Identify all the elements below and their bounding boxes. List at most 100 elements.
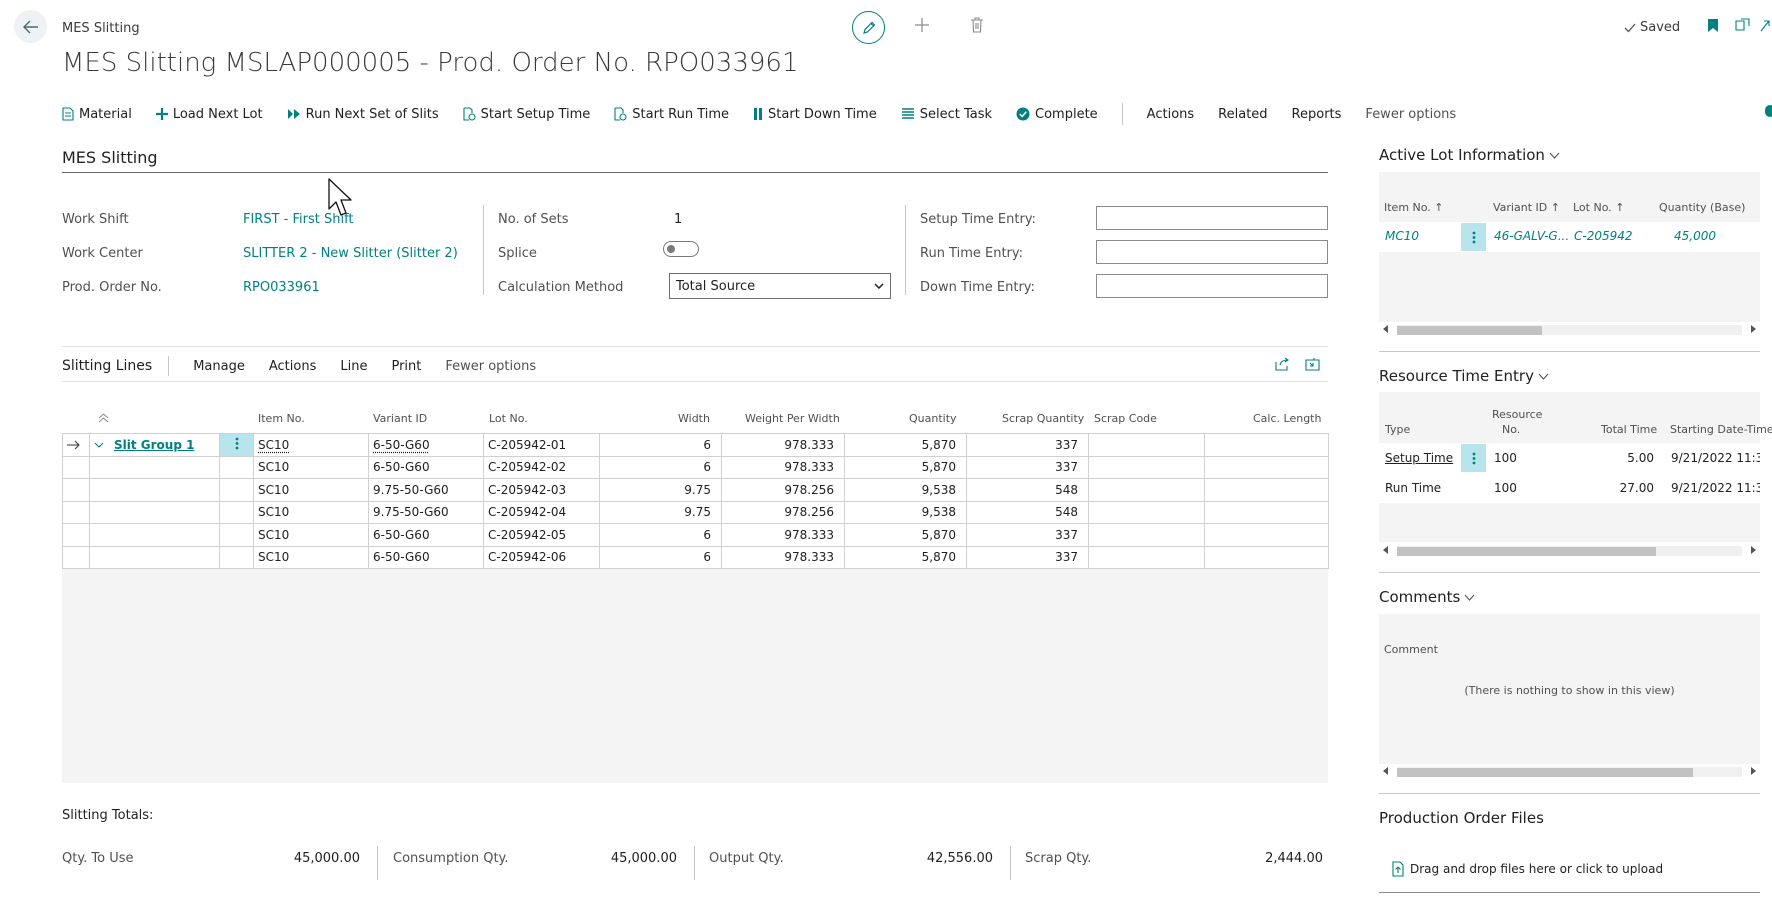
- active-lot-scrollbar[interactable]: [1379, 322, 1760, 336]
- comments-title[interactable]: Comments: [1379, 588, 1475, 606]
- prod-order-value[interactable]: RPO033961: [243, 280, 320, 295]
- lot-item-no[interactable]: MC10: [1385, 229, 1419, 243]
- col-quantity[interactable]: Quantity: [909, 412, 957, 425]
- related-menu[interactable]: Related: [1218, 107, 1267, 122]
- scrap-code-cell[interactable]: [1088, 523, 1205, 547]
- scrap-quantity-cell[interactable]: 337: [966, 523, 1089, 547]
- select-task-action[interactable]: Select Task: [901, 107, 992, 122]
- calc-method-select[interactable]: Total Source: [669, 273, 891, 299]
- lot-no-cell[interactable]: C-205942-04: [483, 500, 600, 524]
- reports-menu[interactable]: Reports: [1292, 107, 1342, 122]
- item-no-cell[interactable]: SC10: [253, 500, 369, 524]
- row-actions-button[interactable]: [219, 433, 254, 457]
- item-no-cell[interactable]: SC10: [253, 455, 369, 479]
- calc-length-cell[interactable]: [1204, 523, 1329, 547]
- scrap-quantity-cell[interactable]: 548: [966, 500, 1089, 524]
- col-res-total-time[interactable]: Total Time: [1601, 423, 1657, 436]
- variant-id-cell[interactable]: 6-50-G60: [368, 545, 484, 569]
- calc-length-cell[interactable]: [1204, 455, 1329, 479]
- weight-per-width-cell[interactable]: 978.256: [721, 478, 845, 502]
- weight-per-width-cell[interactable]: 978.333: [721, 523, 845, 547]
- lines-fewer-options[interactable]: Fewer options: [445, 359, 536, 374]
- scrap-code-cell[interactable]: [1088, 455, 1205, 479]
- new-button[interactable]: [914, 17, 930, 33]
- scrap-quantity-cell[interactable]: 337: [966, 433, 1089, 457]
- splice-toggle[interactable]: [663, 241, 699, 257]
- active-lot-title[interactable]: Active Lot Information: [1379, 146, 1560, 164]
- item-no-cell[interactable]: SC10: [253, 545, 369, 569]
- back-button[interactable]: [14, 10, 47, 43]
- table-row[interactable]: SC10 6-50-G60 C-205942-05 6 978.333 5,870 337: [62, 523, 1329, 547]
- col-lot-no[interactable]: Lot No.: [489, 412, 528, 425]
- col-scrap-code[interactable]: Scrap Code: [1094, 412, 1157, 425]
- lot-quantity-base[interactable]: 45,000: [1650, 229, 1716, 243]
- comments-scrollbar[interactable]: [1379, 764, 1760, 778]
- weight-per-width-cell[interactable]: 978.333: [721, 545, 845, 569]
- lot-variant-id[interactable]: 46-GALV-G...: [1494, 229, 1569, 243]
- table-row[interactable]: SC10 6-50-G60 C-205942-06 6 978.333 5,870 337: [62, 545, 1329, 569]
- lines-actions-menu[interactable]: Actions: [269, 359, 317, 374]
- item-no-cell[interactable]: SC10: [253, 478, 369, 502]
- manage-menu[interactable]: Manage: [193, 359, 245, 374]
- table-row[interactable]: SC10 9.75-50-G60 C-205942-03 9.75 978.256 9,5…: [62, 478, 1329, 502]
- item-no-cell[interactable]: SC10: [253, 433, 369, 457]
- start-run-time-action[interactable]: Start Run Time: [614, 107, 729, 122]
- quantity-cell[interactable]: 5,870: [844, 433, 967, 457]
- row-actions-button[interactable]: [1461, 444, 1486, 472]
- item-no-cell[interactable]: SC10: [253, 523, 369, 547]
- complete-action[interactable]: Complete: [1016, 107, 1098, 122]
- col-lot-variant-id[interactable]: Variant ID ↑: [1493, 201, 1560, 214]
- weight-per-width-cell[interactable]: 978.333: [721, 455, 845, 479]
- col-res-type[interactable]: Type: [1385, 423, 1410, 436]
- col-comment[interactable]: Comment: [1384, 643, 1438, 656]
- quantity-cell[interactable]: 5,870: [844, 455, 967, 479]
- col-variant-id[interactable]: Variant ID: [373, 412, 427, 425]
- col-res-resource-line1[interactable]: Resource: [1492, 408, 1542, 421]
- variant-id-cell[interactable]: 6-50-G60: [368, 433, 484, 457]
- col-width[interactable]: Width: [678, 412, 710, 425]
- quantity-cell[interactable]: 9,538: [844, 478, 967, 502]
- calc-length-cell[interactable]: [1204, 545, 1329, 569]
- lot-no-cell[interactable]: C-205942-05: [483, 523, 600, 547]
- table-row[interactable]: SC10 9.75-50-G60 C-205942-04 9.75 978.256 9,5…: [62, 500, 1329, 524]
- scrap-code-cell[interactable]: [1088, 500, 1205, 524]
- scroll-thumb[interactable]: [1397, 326, 1542, 335]
- variant-id-cell[interactable]: 9.75-50-G60: [368, 500, 484, 524]
- width-cell[interactable]: 9.75: [599, 500, 722, 524]
- share-button[interactable]: [1275, 357, 1290, 371]
- upload-dropzone[interactable]: Drag and drop files here or click to upl…: [1392, 861, 1663, 877]
- col-lot-item-no[interactable]: Item No. ↑: [1384, 201, 1444, 214]
- res-type[interactable]: Setup Time: [1385, 451, 1453, 465]
- setup-time-entry-input[interactable]: [1096, 206, 1328, 230]
- scrap-code-cell[interactable]: [1088, 478, 1205, 502]
- chevron-down-icon[interactable]: [94, 442, 104, 449]
- pane-indicator[interactable]: [1765, 105, 1772, 117]
- col-res-starting[interactable]: Starting Date-Time: [1670, 423, 1772, 436]
- quantity-cell[interactable]: 5,870: [844, 523, 967, 547]
- start-down-time-action[interactable]: Start Down Time: [753, 107, 877, 122]
- scrap-quantity-cell[interactable]: 337: [966, 545, 1089, 569]
- group-cell[interactable]: Slit Group 1: [89, 433, 220, 457]
- expand-button[interactable]: [1760, 18, 1770, 32]
- col-lot-quantity-base[interactable]: Quantity (Base): [1659, 201, 1745, 214]
- print-menu[interactable]: Print: [391, 359, 421, 374]
- width-cell[interactable]: 6: [599, 433, 722, 457]
- resource-time-title[interactable]: Resource Time Entry: [1379, 367, 1549, 385]
- group-label[interactable]: Slit Group 1: [114, 438, 194, 452]
- variant-id-cell[interactable]: 9.75-50-G60: [368, 478, 484, 502]
- lot-no-cell[interactable]: C-205942-03: [483, 478, 600, 502]
- col-item-no[interactable]: Item No.: [258, 412, 305, 425]
- edit-button[interactable]: [852, 11, 885, 44]
- fewer-options-button[interactable]: Fewer options: [1365, 107, 1456, 122]
- quantity-cell[interactable]: 5,870: [844, 545, 967, 569]
- start-setup-time-action[interactable]: Start Setup Time: [463, 107, 590, 122]
- calc-length-cell[interactable]: [1204, 478, 1329, 502]
- table-row[interactable]: SC10 6-50-G60 C-205942-02 6 978.333 5,870 337: [62, 455, 1329, 479]
- collapse-all-button[interactable]: [98, 413, 109, 423]
- col-res-resource-line2[interactable]: No.: [1502, 423, 1520, 436]
- lot-lot-no[interactable]: C-205942: [1574, 229, 1633, 243]
- col-scrap-quantity[interactable]: Scrap Quantity: [1002, 412, 1084, 425]
- row-actions-button[interactable]: [1461, 223, 1486, 251]
- work-center-value[interactable]: SLITTER 2 - New Slitter (Slitter 2): [243, 246, 458, 261]
- actions-menu[interactable]: Actions: [1147, 107, 1195, 122]
